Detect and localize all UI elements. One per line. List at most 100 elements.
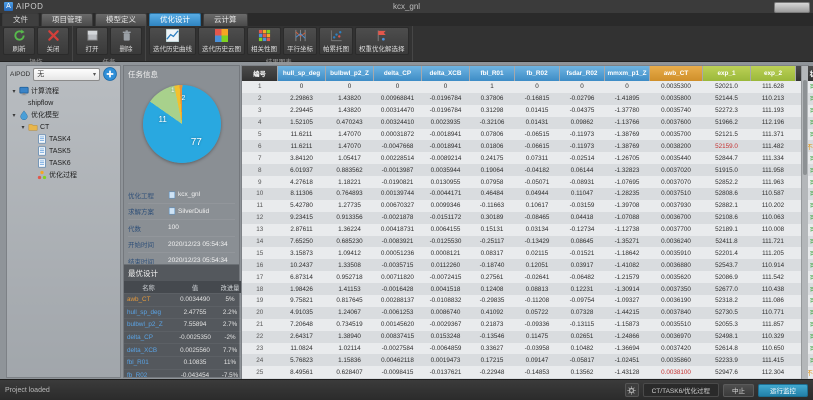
ribbon-button-权重优化解选择[interactable]: 权重优化解选择 xyxy=(355,27,409,55)
table-row[interactable]: 511.62111.470700.00031872-0.00189410.078… xyxy=(242,129,813,141)
scrollbar-thumb[interactable] xyxy=(803,80,807,175)
abort-button[interactable]: 中止 xyxy=(723,384,754,397)
ribbon-button-迭代历史云图[interactable]: 迭代历史云图 xyxy=(198,27,245,55)
table-row[interactable]: 1610.24371.33508-0.00357150.0112260-0.18… xyxy=(242,259,813,271)
table-row[interactable]: 181.984261.41153-0.00164280.00415180.124… xyxy=(242,283,813,295)
column-header-fsdar_R02[interactable]: fsdar_R02 xyxy=(560,66,605,81)
cell: -1.02451 xyxy=(605,354,650,366)
settings-button[interactable] xyxy=(625,383,639,397)
column-header-fb_R02[interactable]: fb_R02 xyxy=(515,66,560,81)
table-row[interactable]: 611.62111.47070-0.0047668-0.00189410.018… xyxy=(242,140,813,152)
cell: 0.0035440 xyxy=(650,152,703,164)
table-row[interactable]: 176.873140.9527180.00711820-0.00724150.2… xyxy=(242,271,813,283)
task-field-label: 开始时间 xyxy=(128,239,168,249)
ribbon-button-删除[interactable]: 删除 xyxy=(110,27,142,55)
tree-item-TASK6[interactable]: TASK6 xyxy=(7,157,120,169)
column-header-awb_CT[interactable]: awb_CT xyxy=(650,66,703,81)
cell: 8 xyxy=(242,164,278,176)
tab-优化设计[interactable]: 优化设计 xyxy=(149,13,201,26)
table-row[interactable]: 153.158731.094120.000512360.00081210.083… xyxy=(242,247,813,259)
tab-云计算[interactable]: 云计算 xyxy=(203,13,248,26)
cell: 0.0064155 xyxy=(422,224,470,236)
table-row[interactable]: 258.495610.628407-0.0098415-0.0137621-0.… xyxy=(242,366,813,378)
table-row[interactable]: 86.019370.883562-0.00139870.00359440.190… xyxy=(242,164,813,176)
ribbon-button-打开[interactable]: 打开 xyxy=(76,27,108,55)
tab-文件[interactable]: 文件 xyxy=(2,13,39,26)
table-row[interactable]: 73.841201.054170.00228514-0.00892140.241… xyxy=(242,152,813,164)
table-row[interactable]: 245.768231.158360.004621180.00194730.172… xyxy=(242,354,813,366)
tree-item-TASK5[interactable]: TASK5 xyxy=(7,145,120,157)
tree-item-优化过程[interactable]: 优化过程 xyxy=(7,169,120,181)
ribbon-button-迭代历史曲线[interactable]: 迭代历史曲线 xyxy=(149,27,196,55)
table-row[interactable]: 147.652500.685230-0.0083921-0.0125530-0.… xyxy=(242,236,813,248)
column-header-编号[interactable]: 编号 xyxy=(242,66,278,81)
best-design-row[interactable]: delta_CP-0.0025350-2% xyxy=(124,331,243,344)
best-design-row[interactable]: delta_XCB0.00255607.7% xyxy=(124,344,243,357)
ribbon-button-刷新[interactable]: 刷新 xyxy=(3,27,35,55)
table-row[interactable]: 22.298631.438200.00968841-0.01967840.378… xyxy=(242,93,813,105)
table-row[interactable]: 2311.08241.02114-0.0027584-0.00648590.33… xyxy=(242,343,813,355)
vertical-scrollbar[interactable] xyxy=(801,66,808,379)
table-row[interactable]: 204.910351.24067-0.00612530.00867400.410… xyxy=(242,307,813,319)
window-menu-button[interactable] xyxy=(774,2,810,13)
table-row[interactable]: 115.427801.277350.006703270.0099346-0.11… xyxy=(242,200,813,212)
table-row[interactable]: 41.521050.4702430.003244100.0023935-0.32… xyxy=(242,117,813,129)
cell: 9 xyxy=(242,176,278,188)
tree-panel-header: AIPOD 无 ▾ xyxy=(7,66,120,82)
cell: 0.0037420 xyxy=(650,343,703,355)
cell: 11 xyxy=(242,200,278,212)
column-header-exp_1[interactable]: exp_1 xyxy=(703,66,751,81)
filter-dropdown-value: 无 xyxy=(37,69,44,79)
best-design-row[interactable]: bulbwl_p2_Z7.558942.7% xyxy=(124,319,243,332)
column-header-delta_XCB[interactable]: delta_XCB xyxy=(422,66,470,81)
cell: -0.0064859 xyxy=(422,343,470,355)
tree-item-CT[interactable]: ▾CT xyxy=(7,121,120,133)
best-design-row[interactable]: awb_CT0.00344905% xyxy=(124,294,243,307)
column-header-bulbwl_p2_Z[interactable]: bulbwl_p2_Z xyxy=(326,66,374,81)
column-header-mmxm_p1_Z[interactable]: mmxm_p1_Z xyxy=(605,66,650,81)
table-row[interactable]: 108.113060.7648930.00139744-0.00441710.4… xyxy=(242,188,813,200)
tree-item-计算流程[interactable]: ▾计算流程 xyxy=(7,85,120,97)
cell: 111.371 xyxy=(751,129,796,141)
table-row[interactable]: 32.294451.438200.00314470-0.01967840.312… xyxy=(242,105,813,117)
cell: 0.00288137 xyxy=(374,295,422,307)
tree-item-优化模型[interactable]: ▾优化模型 xyxy=(7,109,120,121)
column-header-exp_2[interactable]: exp_2 xyxy=(751,66,796,81)
best-design-row[interactable]: hull_sp_deg2.477552.2% xyxy=(124,306,243,319)
tab-模型定义[interactable]: 模型定义 xyxy=(95,13,147,26)
cell: 52808.6 xyxy=(703,188,751,200)
table-row[interactable]: 129.234150.913356-0.0021878-0.01511720.3… xyxy=(242,212,813,224)
ribbon-button-label: 关闭 xyxy=(47,43,60,53)
task-field-label: 求解方案 xyxy=(128,206,168,216)
table-row[interactable]: 222.643171.389400.008374150.0153248-0.13… xyxy=(242,331,813,343)
column-header-fbl_R01[interactable]: fbl_R01 xyxy=(470,66,515,81)
tree-item-TASK4[interactable]: TASK4 xyxy=(7,133,120,145)
filter-dropdown[interactable]: 无 ▾ xyxy=(33,68,100,81)
cell: 6.87314 xyxy=(278,271,326,283)
table-row[interactable]: 199.758210.8176450.00288137-0.0108832-0.… xyxy=(242,295,813,307)
table-row[interactable]: 217.206480.7345190.00145620-0.00293670.2… xyxy=(242,319,813,331)
ribbon-button-关闭[interactable]: 关闭 xyxy=(37,27,69,55)
cell: -0.02796 xyxy=(560,93,605,105)
best-design-row[interactable]: fbl_R010.1083511% xyxy=(124,356,243,369)
best-design-header: 值 xyxy=(173,281,217,294)
ribbon-button-平行坐标[interactable]: 平行坐标 xyxy=(283,27,317,55)
cell: 0.00139744 xyxy=(374,188,422,200)
cell: -1.28235 xyxy=(605,188,650,200)
table-row[interactable]: 94.276181.18221-0.01908210.01309550.0795… xyxy=(242,176,813,188)
column-header-hull_sp_deg[interactable]: hull_sp_deg xyxy=(278,66,326,81)
ribbon-button-相关性图[interactable]: 相关性图 xyxy=(247,27,281,55)
cell: 0.33627 xyxy=(470,343,515,355)
cell: 52233.9 xyxy=(703,354,751,366)
table-row[interactable]: 132.876111.362240.004187310.00641550.151… xyxy=(242,224,813,236)
ribbon-button-帕累托图[interactable]: 帕累托图 xyxy=(319,27,353,55)
column-header-delta_CP[interactable]: delta_CP xyxy=(374,66,422,81)
cell: -1.43128 xyxy=(605,366,650,378)
tree-item-shipflow[interactable]: shipflow xyxy=(7,97,120,109)
table-row[interactable]: 1000010000.003530052021.0111.628可行 xyxy=(242,81,813,93)
add-button[interactable] xyxy=(103,67,117,81)
cell: -1.09327 xyxy=(605,295,650,307)
tab-项目管理[interactable]: 项目管理 xyxy=(41,13,93,26)
cell: 0.817645 xyxy=(326,295,374,307)
monitor-button[interactable]: 运行监控 xyxy=(758,384,808,397)
